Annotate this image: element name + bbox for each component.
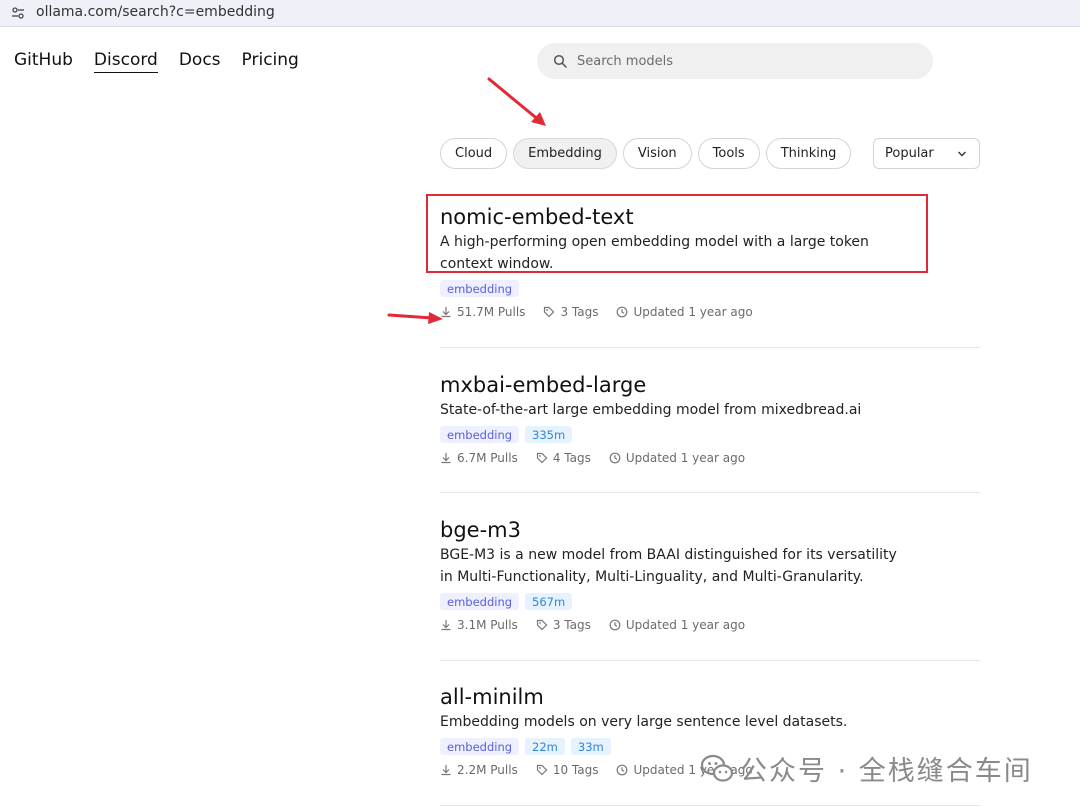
filter-pill-embedding[interactable]: Embedding [513,138,617,169]
tag-count: 10 Tags [536,763,599,777]
sort-select-value: Popular [885,146,934,161]
tag-count-text: 10 Tags [552,763,599,777]
clock-icon [609,619,621,631]
updated-time: Updated 1 year ago [609,451,745,465]
pull-count-text: 6.7M Pulls [457,451,518,465]
model-name[interactable]: all-minilm [440,684,980,710]
model-card-bge-m3[interactable]: bge-m3 BGE-M3 is a new model from BAAI d… [440,517,980,632]
download-icon [441,453,451,464]
tag-count-text: 3 Tags [552,618,591,632]
pull-count-text: 51.7M Pulls [457,305,526,319]
tag-icon [536,764,548,776]
updated-time-text: Updated 1 year ago [625,618,746,632]
size-badge: 567m [525,593,573,610]
capability-badge: embedding [440,738,520,755]
model-description: A high-performing open embedding model w… [440,234,869,272]
tag-count: 3 Tags [536,618,591,632]
browser-address-bar[interactable]: ollama.com/search?c=embedding [0,0,1080,27]
wechat-logo-icon [700,754,734,782]
annotation-arrow-icon [487,77,546,126]
tag-icon [536,619,548,631]
filter-pill-thinking[interactable]: Thinking [765,138,852,169]
list-divider [440,660,980,661]
pull-count-text: 3.1M Pulls [457,618,518,632]
model-name[interactable]: mxbai-embed-large [440,372,980,398]
tag-count-text: 4 Tags [552,451,591,465]
updated-time: Updated 1 year ago [609,618,745,632]
model-card-mxbai-embed-large[interactable]: mxbai-embed-large State-of-the-art large… [440,372,980,465]
chevron-down-icon [958,151,966,157]
filter-pill-vision[interactable]: Vision [622,138,692,169]
filter-pill-tools[interactable]: Tools [697,138,760,169]
nav-link-discord[interactable]: Discord [93,50,158,73]
size-badge: 335m [525,426,573,443]
clock-icon [609,452,621,464]
model-name[interactable]: nomic-embed-text [440,204,980,230]
search-input[interactable] [577,43,917,79]
download-icon [441,620,451,631]
tag-count: 3 Tags [543,305,598,319]
model-description: Embedding models on very large sentence … [440,714,848,730]
tag-icon [536,452,548,464]
search-bar[interactable] [537,43,933,79]
pull-count: 3.1M Pulls [440,618,518,632]
tag-icon [544,306,555,318]
sort-select[interactable]: Popular [873,138,980,169]
size-badge: 22m [525,738,565,755]
updated-time-text: Updated 1 year ago [633,305,753,319]
nav-link-pricing[interactable]: Pricing [242,50,299,73]
model-description: State-of-the-art large embedding model f… [440,402,862,418]
model-description: BGE-M3 is a new model from BAAI distingu… [440,547,897,585]
tag-count: 4 Tags [536,451,591,465]
pull-count: 2.2M Pulls [440,763,518,777]
clock-icon [617,764,628,776]
capability-badge: embedding [440,280,520,297]
model-card-nomic-embed-text[interactable]: nomic-embed-text A high-performing open … [440,204,980,319]
size-badge: 33m [570,738,611,755]
download-icon [441,307,451,318]
url-text[interactable]: ollama.com/search?c=embedding [36,4,275,20]
list-divider [440,492,980,493]
category-filters: Cloud Embedding Vision Tools Thinking [440,138,852,169]
search-icon [553,54,567,68]
download-icon [441,765,451,776]
site-settings-icon[interactable] [11,6,25,20]
capability-badge: embedding [440,426,520,443]
list-divider [440,347,980,348]
pull-count: 6.7M Pulls [440,451,518,465]
annotation-arrow-icon [387,312,443,324]
updated-time-text: Updated 1 year ago [625,451,746,465]
list-divider [440,805,980,806]
tag-count-text: 3 Tags [560,305,599,319]
pull-count-text: 2.2M Pulls [457,763,518,777]
pull-count: 51.7M Pulls [440,305,525,319]
filter-pill-cloud[interactable]: Cloud [440,138,508,169]
model-name[interactable]: bge-m3 [440,517,980,543]
top-nav: GitHub Discord Docs Pricing [14,50,299,73]
watermark: 公众号 · 全栈缝合车间 [700,748,1050,788]
capability-badge: embedding [440,593,520,610]
nav-link-github[interactable]: GitHub [14,50,73,73]
nav-link-docs[interactable]: Docs [179,50,221,73]
watermark-text: 公众号 · 全栈缝合车间 [740,755,1033,787]
updated-time: Updated 1 year ago [616,305,753,319]
clock-icon [617,306,628,318]
